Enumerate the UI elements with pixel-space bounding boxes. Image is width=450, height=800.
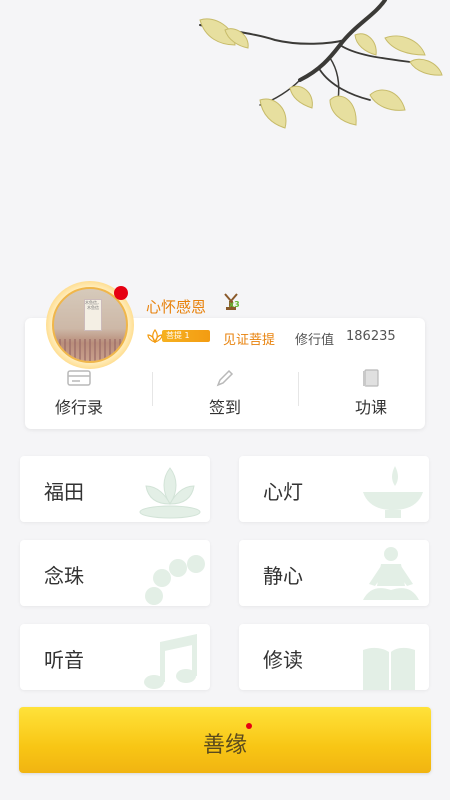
divider (298, 372, 299, 406)
music-note-icon (144, 634, 197, 689)
tile-tingyin-label: 听音 (44, 648, 84, 672)
tile-jingxin[interactable]: 静心 (239, 540, 429, 606)
notification-dot (114, 286, 128, 300)
divider (152, 372, 153, 406)
merit-value: 186235 (346, 329, 396, 344)
card-icon (67, 370, 91, 386)
tile-futian-label: 福田 (44, 480, 84, 504)
book-icon (363, 369, 379, 387)
shanyuan-button[interactable]: 善缘 (19, 707, 431, 773)
check-in-label: 签到 (208, 398, 241, 417)
prayer-beads-icon (145, 555, 205, 605)
level-badge: 菩提 1 (146, 328, 210, 344)
lessons-label: 功课 (354, 398, 387, 417)
tile-xindeng-label: 心灯 (263, 480, 303, 504)
notification-dot (246, 723, 252, 729)
meditation-icon (363, 547, 419, 600)
lotus-icon (139, 467, 201, 519)
tile-futian[interactable]: 福田 (20, 456, 210, 522)
level-badge-label: 菩提 1 (162, 330, 210, 342)
witness-bodhi-link[interactable]: 见证菩提 (223, 329, 275, 348)
tile-tingyin[interactable]: 听音 (20, 624, 210, 690)
practice-record-button[interactable]: 修行录 (29, 368, 129, 424)
bodhi-branch-decoration (199, 0, 443, 129)
lessons-button[interactable]: 功课 (321, 368, 421, 424)
avatar-scroll: 木鱼信，木鱼信 (84, 299, 102, 331)
check-in-button[interactable]: 签到 (175, 368, 275, 424)
tile-jingxin-label: 静心 (263, 564, 303, 588)
tile-xiudu-label: 修读 (263, 648, 303, 672)
cup-count: x3 (229, 300, 240, 309)
practice-record-label: 修行录 (54, 398, 103, 417)
tile-nianzhu-label: 念珠 (44, 564, 84, 588)
username: 心怀感恩 (146, 298, 207, 316)
tile-nianzhu[interactable]: 念珠 (20, 540, 210, 606)
oil-lamp-icon (363, 466, 423, 518)
tile-xiudu[interactable]: 修读 (239, 624, 429, 690)
merit-label: 修行值 (295, 333, 335, 348)
pencil-icon (216, 369, 234, 387)
open-book-icon (363, 647, 415, 690)
shanyuan-button-label: 善缘 (202, 733, 247, 758)
tile-xindeng[interactable]: 心灯 (239, 456, 429, 522)
